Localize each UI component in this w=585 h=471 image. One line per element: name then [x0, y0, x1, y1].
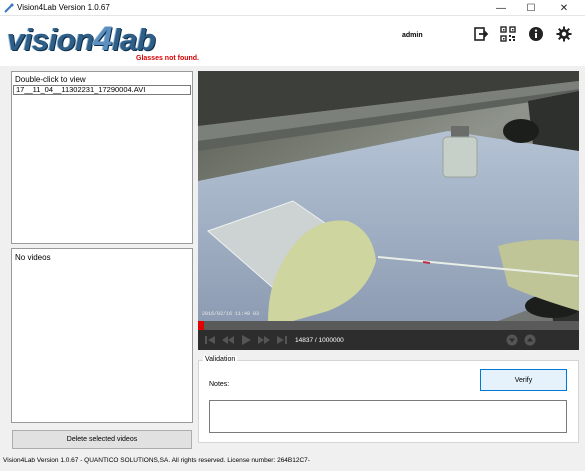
logo-part-lab: lab	[112, 22, 156, 57]
notes-label: Notes:	[209, 381, 230, 388]
minimize-icon: —	[496, 2, 506, 14]
delete-selected-videos-button[interactable]: Delete selected videos	[12, 430, 192, 449]
rewind-icon[interactable]	[222, 334, 234, 346]
step-up-icon[interactable]	[524, 334, 536, 346]
video-timestamp: 2016/02/16 11:40 03	[202, 311, 260, 317]
user-name: admin	[402, 32, 423, 39]
info-icon[interactable]	[528, 26, 544, 42]
close-button[interactable]: ✕	[552, 0, 576, 16]
app-icon	[4, 3, 14, 13]
app-header: vision4lab Glasses not found. admin	[0, 16, 585, 66]
close-icon: ✕	[559, 2, 569, 14]
play-icon[interactable]	[240, 334, 252, 346]
seek-progress	[198, 321, 204, 330]
validation-group: Validation Notes: Verify	[198, 356, 579, 443]
maximize-button[interactable]: ☐	[519, 0, 543, 16]
skip-end-icon[interactable]	[276, 334, 288, 346]
selected-videos-panel[interactable]: No videos	[11, 248, 193, 423]
seek-bar[interactable]	[198, 321, 579, 330]
maximize-icon: ☐	[526, 2, 536, 14]
fast-forward-icon[interactable]	[258, 334, 270, 346]
no-videos-text: No videos	[15, 253, 51, 262]
logo-part-4: 4	[93, 20, 113, 58]
notes-field[interactable]	[209, 400, 567, 433]
player-controls: 14837 / 1000000	[198, 330, 579, 350]
video-image	[198, 71, 579, 321]
vision4lab-logo: vision4lab	[7, 22, 156, 57]
validation-title: Validation	[203, 356, 238, 363]
video-list-title: Double-click to view	[15, 75, 86, 84]
logo-part-vision: vision	[7, 22, 94, 57]
status-footer: Vision4Lab Version 1.0.67 - QUANTICO SOL…	[3, 457, 310, 464]
video-frame[interactable]: 2016/02/16 11:40 03	[198, 71, 579, 321]
glasses-status: Glasses not found.	[136, 55, 200, 62]
minimize-button[interactable]: —	[489, 0, 513, 16]
verify-button[interactable]: Verify	[480, 369, 567, 391]
qr-code-icon[interactable]	[500, 26, 516, 42]
skip-start-icon[interactable]	[204, 334, 216, 346]
video-list-panel: Double-click to view 17__11_04__11302231…	[11, 71, 193, 244]
settings-icon[interactable]	[556, 26, 572, 42]
window-title: Vision4Lab Version 1.0.67	[17, 3, 110, 12]
step-down-icon[interactable]	[506, 334, 518, 346]
video-list-item[interactable]: 17__11_04__11302231_17290004.AVI	[13, 85, 191, 95]
title-bar: Vision4Lab Version 1.0.67 — ☐ ✕	[0, 0, 585, 16]
logout-icon[interactable]	[473, 26, 489, 42]
frame-counter: 14837 / 1000000	[295, 337, 344, 344]
